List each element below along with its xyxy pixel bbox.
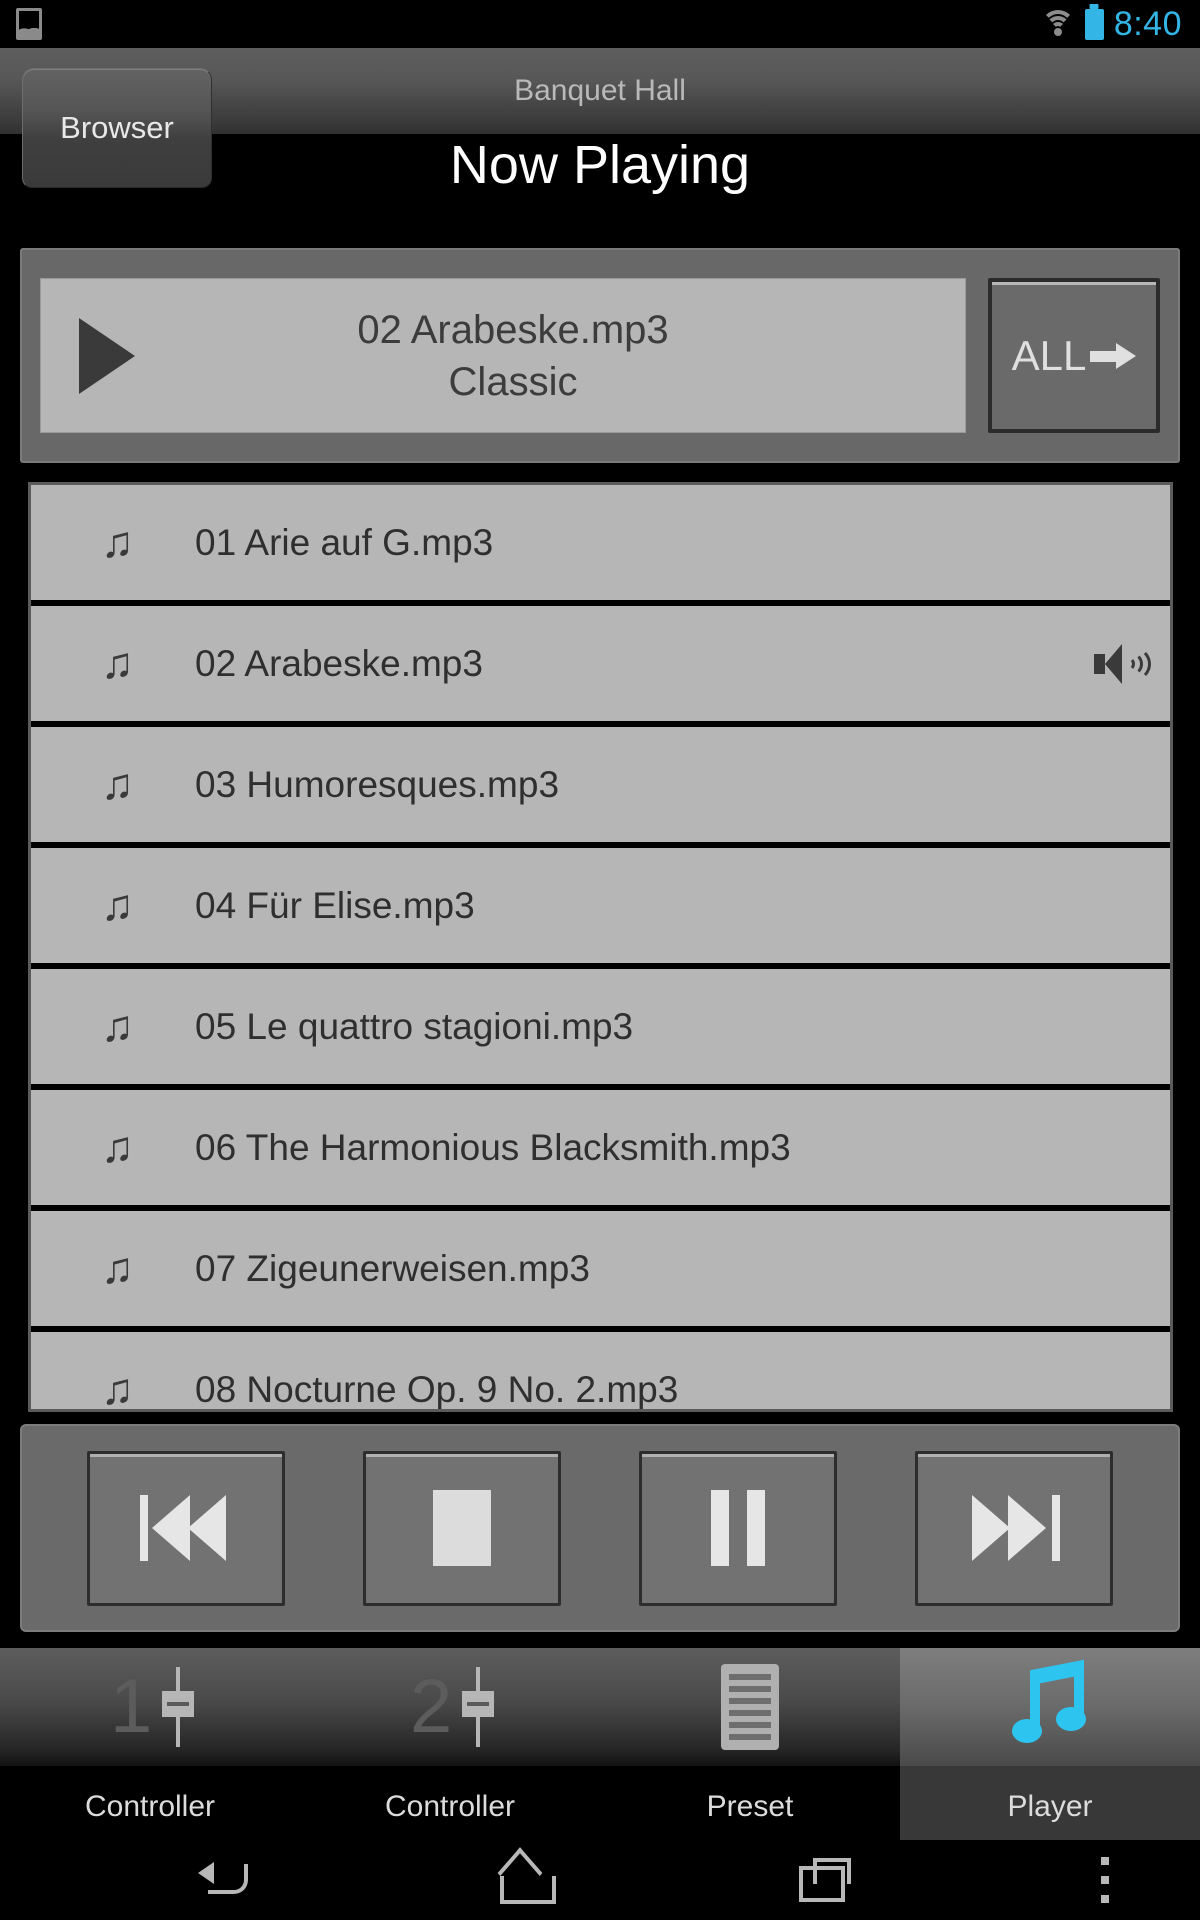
track-name: 05 Le quattro stagioni.mp3: [195, 1005, 634, 1047]
preset-list-icon: [721, 1664, 779, 1750]
skip-next-icon: [968, 1495, 1060, 1561]
stop-icon: [433, 1490, 491, 1566]
transport-controls: [20, 1424, 1180, 1632]
fader-2-icon: 2: [404, 1661, 496, 1753]
tab-player[interactable]: Player: [900, 1648, 1200, 1840]
all-button[interactable]: ALL: [988, 278, 1160, 433]
next-button[interactable]: [915, 1450, 1113, 1606]
recents-icon: [799, 1858, 851, 1902]
overflow-menu-icon: [1101, 1857, 1109, 1903]
music-note-icon: ♫: [101, 759, 134, 809]
track-row[interactable]: ♫ 04 Für Elise.mp3: [31, 848, 1170, 963]
tab-icon-wrap: [600, 1648, 900, 1766]
gallery-icon: [16, 8, 42, 40]
app-screen: 8:40 Banquet Hall Now Playing Browser 02…: [0, 0, 1200, 1920]
track-row[interactable]: ♫ 05 Le quattro stagioni.mp3: [31, 969, 1170, 1084]
tab-label: Controller: [384, 1790, 516, 1823]
browser-button[interactable]: Browser: [22, 68, 212, 188]
play-icon: [79, 317, 135, 394]
nav-home-button[interactable]: [450, 1858, 600, 1904]
track-name: 07 Zigeunerweisen.mp3: [195, 1247, 590, 1289]
fader-1-icon: 1: [104, 1661, 196, 1753]
tab-controller-1[interactable]: 1 Controller: [0, 1648, 300, 1840]
page-title: Now Playing: [449, 135, 751, 195]
track-row[interactable]: ♫ 03 Humoresques.mp3: [31, 727, 1170, 842]
now-playing-text: 02 Arabeske.mp3 Classic: [41, 304, 965, 408]
music-note-icon: [1012, 1659, 1088, 1751]
nav-back-button[interactable]: [150, 1858, 300, 1902]
battery-icon: [1084, 8, 1104, 40]
track-row[interactable]: ♫ 01 Arie auf G.mp3: [31, 485, 1170, 600]
tab-label: Controller: [84, 1790, 216, 1823]
playlist[interactable]: ♫ 01 Arie auf G.mp3 ♫ 02 Arabeske.mp3 ♫ 03 Hu…: [28, 482, 1173, 1412]
tab-icon-wrap: 1: [0, 1648, 300, 1766]
arrow-right-icon: [1090, 342, 1137, 369]
music-note-icon: ♫: [101, 1364, 134, 1412]
tab-label: Preset: [706, 1790, 794, 1823]
status-bar-right: 8:40: [1040, 4, 1200, 44]
home-icon: [498, 1858, 556, 1904]
track-name: 03 Humoresques.mp3: [195, 763, 560, 805]
skip-previous-icon: [140, 1495, 232, 1561]
music-note-icon: ♫: [101, 1243, 134, 1293]
music-note-icon: ♫: [101, 1122, 134, 1172]
track-row[interactable]: ♫ 06 The Harmonious Blacksmith.mp3: [31, 1090, 1170, 1205]
music-note-icon: ♫: [101, 1001, 134, 1051]
track-name: 08 Nocturne Op. 9 No. 2.mp3: [195, 1368, 679, 1410]
track-row[interactable]: ♫ 08 Nocturne Op. 9 No. 2.mp3: [31, 1332, 1170, 1412]
track-name: 04 Für Elise.mp3: [195, 884, 475, 926]
now-playing-panel: 02 Arabeske.mp3 Classic ALL: [20, 248, 1180, 463]
back-icon: [198, 1858, 252, 1902]
now-playing-title: 02 Arabeske.mp3: [357, 307, 669, 352]
track-name: 06 The Harmonious Blacksmith.mp3: [195, 1126, 791, 1168]
music-note-icon: ♫: [101, 880, 134, 930]
tab-icon-wrap: [900, 1648, 1200, 1766]
music-note-icon: ♫: [101, 517, 134, 567]
nav-overflow-button[interactable]: [1050, 1857, 1200, 1903]
tab-icon-wrap: 2: [300, 1648, 600, 1766]
android-nav-bar: [0, 1840, 1200, 1920]
tab-bar: 1 Controller 2 Controller Preset Player: [0, 1648, 1200, 1840]
track-name: 01 Arie auf G.mp3: [195, 521, 494, 563]
previous-button[interactable]: [87, 1450, 285, 1606]
stop-button[interactable]: [363, 1450, 561, 1606]
status-bar-left: [0, 8, 42, 40]
now-playing-info[interactable]: 02 Arabeske.mp3 Classic: [40, 278, 966, 433]
status-bar-clock: 8:40: [1113, 4, 1182, 43]
now-playing-album: Classic: [448, 359, 578, 404]
speaker-icon: [1094, 643, 1151, 684]
tab-label: Player: [1007, 1790, 1093, 1823]
track-row[interactable]: ♫ 02 Arabeske.mp3: [31, 606, 1170, 721]
tab-preset[interactable]: Preset: [600, 1648, 900, 1840]
track-name: 02 Arabeske.mp3: [195, 642, 483, 684]
pause-icon: [707, 1490, 769, 1566]
wifi-icon: [1040, 10, 1075, 38]
music-note-icon: ♫: [101, 638, 134, 688]
tab-controller-2[interactable]: 2 Controller: [300, 1648, 600, 1840]
all-button-label: ALL: [1011, 331, 1087, 379]
status-bar: 8:40: [0, 0, 1200, 48]
nav-recents-button[interactable]: [750, 1858, 900, 1902]
pause-button[interactable]: [639, 1450, 837, 1606]
fader-number: 1: [110, 1664, 153, 1749]
track-row[interactable]: ♫ 07 Zigeunerweisen.mp3: [31, 1211, 1170, 1326]
fader-number: 2: [410, 1664, 453, 1749]
